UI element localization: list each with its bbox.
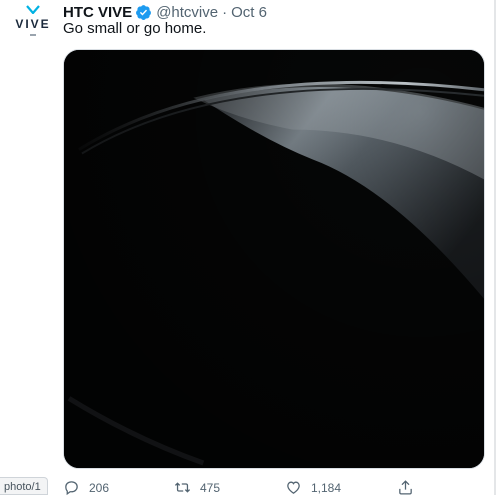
verified-badge-icon (136, 4, 152, 20)
avatar-logo-text: VIVE (15, 17, 51, 31)
share-button[interactable] (397, 479, 423, 496)
like-button[interactable]: 1,184 (285, 479, 341, 496)
avatar[interactable]: VIVE (8, 4, 58, 50)
reply-button[interactable]: 206 (63, 479, 109, 496)
retweet-count: 475 (200, 480, 221, 495)
avatar-logo-underline (30, 34, 36, 36)
heart-icon (287, 481, 300, 494)
vive-logo-icon (26, 5, 40, 14)
reply-count: 206 (89, 480, 110, 495)
tweet[interactable]: VIVE HTC VIVE @htcvive · Oct 6 Go small … (0, 0, 500, 496)
reply-icon (65, 481, 78, 496)
tweet-text: Go small or go home. (63, 20, 207, 37)
tweet-header: HTC VIVE @htcvive · Oct 6 (63, 2, 267, 22)
photo-image (64, 50, 484, 468)
timestamp[interactable]: Oct 6 (231, 4, 267, 21)
tweet-actions: 206 475 1,184 (63, 479, 483, 496)
retweet-icon (174, 482, 191, 493)
display-name[interactable]: HTC VIVE (63, 4, 132, 21)
like-count: 1,184 (311, 480, 342, 495)
tweet-photo[interactable] (63, 49, 485, 469)
share-icon (399, 480, 412, 495)
handle[interactable]: @htcvive (156, 4, 218, 21)
status-bar-url: photo/1 (0, 477, 48, 495)
scrollbar[interactable] (492, 0, 498, 495)
retweet-button[interactable]: 475 (174, 479, 220, 496)
separator-dot: · (222, 3, 228, 21)
